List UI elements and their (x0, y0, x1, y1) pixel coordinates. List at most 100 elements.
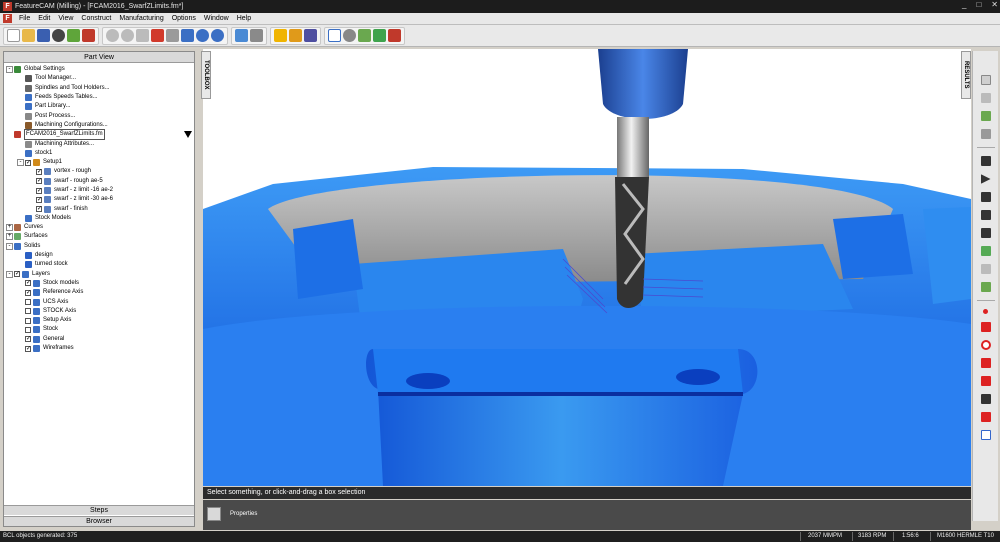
toolpath-icon[interactable] (358, 29, 371, 42)
save-icon[interactable] (37, 29, 50, 42)
toolpath-toggle-icon[interactable] (980, 246, 991, 256)
visibility-checkbox[interactable]: ✓ (25, 159, 31, 166)
visibility-checkbox[interactable]: ✓ (36, 187, 42, 194)
menu-manufacturing[interactable]: Manufacturing (115, 15, 167, 22)
collapse-icon[interactable]: - (6, 66, 13, 74)
menu-help[interactable]: Help (233, 15, 255, 22)
visibility-checkbox[interactable]: ✓ (25, 289, 31, 296)
visibility-checkbox[interactable]: ✓ (36, 178, 42, 185)
tree-item[interactable]: turned stock (6, 260, 194, 269)
tree-item[interactable]: ✓ Stock models (6, 279, 194, 288)
tree-item[interactable]: design (6, 251, 194, 260)
visibility-checkbox[interactable]: ✓ (25, 336, 31, 343)
tree-item[interactable]: ✓ swarf - rough ae-5 (6, 177, 194, 186)
simulate-icon[interactable] (373, 29, 386, 42)
import-icon[interactable] (67, 29, 80, 42)
visibility-checkbox[interactable] (25, 317, 31, 324)
tree-item[interactable]: Part Library... (6, 102, 194, 111)
print-icon[interactable] (166, 29, 179, 42)
trim-icon[interactable] (980, 412, 991, 422)
menu-edit[interactable]: Edit (34, 15, 54, 22)
menu-options[interactable]: Options (168, 15, 200, 22)
menu-file[interactable]: File (15, 15, 34, 22)
list-icon[interactable] (980, 111, 991, 121)
tree-item[interactable]: ✓ swarf - finish (6, 204, 194, 213)
recognize-icon[interactable] (304, 29, 317, 42)
plane-icon[interactable] (980, 430, 991, 440)
collapse-icon[interactable]: - (17, 159, 24, 167)
tree-item[interactable]: UCS Axis (6, 297, 194, 306)
shading-icon[interactable] (980, 264, 991, 274)
visibility-checkbox[interactable] (25, 308, 31, 315)
tree-item[interactable]: ✓ General (6, 335, 194, 344)
fast-forward-icon[interactable] (980, 210, 991, 220)
grid-icon[interactable] (250, 29, 263, 42)
tree-item[interactable]: + Surfaces (6, 232, 194, 241)
tree-item[interactable]: - ✓ Setup1 (6, 158, 194, 167)
tree-item[interactable]: Stock Models (6, 214, 194, 223)
snap-icon[interactable] (235, 29, 248, 42)
tree-item[interactable]: ✓ Wireframes (6, 344, 194, 353)
tree-item[interactable]: - ✓ Layers (6, 270, 194, 279)
cube-icon[interactable] (980, 93, 991, 103)
globe-icon[interactable] (52, 29, 65, 42)
tree-item[interactable]: FCAM2016_SwarfZLimits.fm (6, 129, 194, 141)
results-tab[interactable]: RESULTS (961, 51, 971, 99)
expand-icon[interactable]: + (6, 224, 13, 232)
tree-item[interactable]: Machining Attributes... (6, 139, 194, 148)
help-icon[interactable] (196, 29, 209, 42)
tree-item[interactable]: ✓ vortex - rough (6, 167, 194, 176)
tree-item[interactable]: ✓ swarf - z limit -30 ae-6 (6, 195, 194, 204)
tool-display-icon[interactable] (980, 282, 991, 292)
point-icon[interactable] (983, 309, 988, 314)
spline-icon[interactable] (980, 376, 991, 386)
whats-this-icon[interactable] (211, 29, 224, 42)
visibility-checkbox[interactable]: ✓ (25, 345, 31, 352)
arc-icon[interactable] (980, 358, 991, 368)
visibility-checkbox[interactable]: ✓ (36, 206, 42, 213)
tree-item[interactable]: Spindles and Tool Holders... (6, 84, 194, 93)
measure-icon[interactable] (328, 29, 341, 42)
collapse-icon[interactable]: - (6, 270, 13, 278)
app-icon[interactable]: F (3, 2, 12, 11)
tree-item[interactable]: Feeds Speeds Tables... (6, 93, 194, 102)
visibility-checkbox[interactable]: ✓ (25, 280, 31, 287)
rotate-icon[interactable] (343, 29, 356, 42)
play-icon[interactable] (980, 174, 991, 184)
box-select-icon[interactable] (980, 75, 991, 85)
menu-view[interactable]: View (54, 15, 77, 22)
eraser-icon[interactable] (82, 29, 95, 42)
report-icon[interactable] (181, 29, 194, 42)
tree-item[interactable]: stock1 (6, 149, 194, 158)
menu-window[interactable]: Window (200, 15, 233, 22)
visibility-checkbox[interactable] (25, 326, 31, 333)
circle-icon[interactable] (980, 340, 991, 350)
delete-icon[interactable] (136, 29, 149, 42)
graphics-viewport[interactable] (203, 49, 971, 486)
tree-item[interactable]: ✓ Reference Axis (6, 288, 194, 297)
nc-code-icon[interactable] (388, 29, 401, 42)
extract-icon[interactable] (289, 29, 302, 42)
menu-construct[interactable]: Construct (77, 15, 115, 22)
visibility-checkbox[interactable]: ✓ (36, 196, 42, 203)
visibility-checkbox[interactable]: ✓ (36, 168, 42, 175)
tree-item[interactable]: - Solids (6, 242, 194, 251)
tree-item[interactable]: Post Process... (6, 111, 194, 120)
new-file-icon[interactable] (7, 29, 20, 42)
ruler-icon[interactable] (980, 129, 991, 139)
close-button[interactable]: ✕ (991, 0, 998, 9)
tree-item[interactable]: ✓ swarf - z limit -16 ae-2 (6, 186, 194, 195)
line-icon[interactable] (980, 322, 991, 332)
steps-tab[interactable]: Steps (4, 505, 194, 515)
tree-item[interactable]: - Global Settings (6, 65, 194, 74)
expand-icon[interactable]: + (6, 233, 13, 241)
tree-item[interactable]: Stock (6, 325, 194, 334)
document-menu-icon[interactable]: F (3, 14, 12, 23)
toolbox-tab[interactable]: TOOLBOX (201, 51, 211, 99)
dimension-icon[interactable] (980, 394, 991, 404)
tree-item[interactable]: Setup Axis (6, 316, 194, 325)
redo-icon[interactable] (121, 29, 134, 42)
tree-item[interactable]: STOCK Axis (6, 307, 194, 316)
step-forward-icon[interactable] (980, 192, 991, 202)
undo-icon[interactable] (106, 29, 119, 42)
